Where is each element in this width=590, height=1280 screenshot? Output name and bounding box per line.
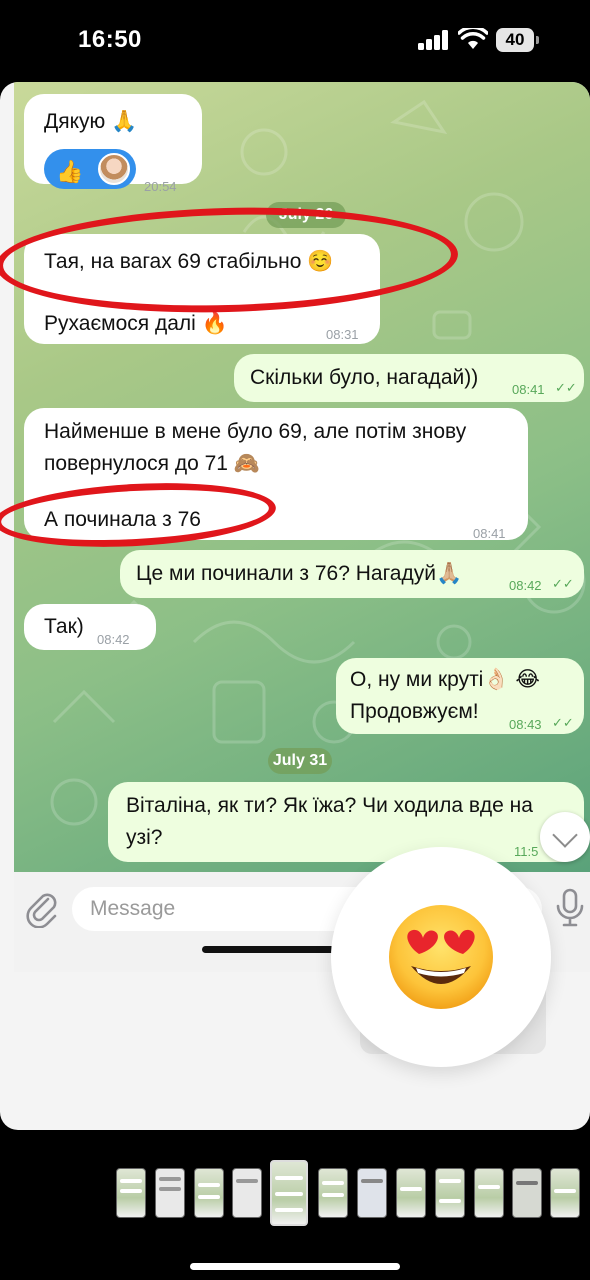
message-text: Найменше в мене було 69, але потім знову [44, 420, 467, 443]
message-bubble-incoming[interactable]: Дякую 🙏 👍 20:54 [24, 94, 202, 194]
status-time: 16:50 [78, 26, 142, 53]
message-time: 08:41 [512, 382, 545, 397]
chevron-down-icon[interactable] [540, 812, 590, 862]
screenshot-preview: Дякую 🙏 👍 20:54 July 26 Тая, на вагах 69… [0, 82, 590, 1130]
thumbnail-selected[interactable] [270, 1160, 308, 1226]
message-time: 08:31 [326, 327, 359, 342]
thumbnail[interactable] [232, 1168, 262, 1218]
thumbnail[interactable] [357, 1168, 387, 1218]
thumbnail[interactable] [396, 1168, 426, 1218]
message-time: 08:42 [509, 578, 542, 593]
thumbnail[interactable] [435, 1168, 465, 1218]
thumbs-up-icon: 👍 [56, 159, 84, 184]
message-bubble-outgoing[interactable]: Це ми починали з 76? Нагадуй🙏🏼 08:42 ✓✓ [120, 550, 584, 598]
wifi-icon [458, 28, 488, 49]
read-receipt-icon: ✓✓ [555, 380, 577, 395]
message-time: 08:43 [509, 717, 542, 732]
message-bubble-outgoing[interactable]: Віталіна, як ти? Як їжа? Чи ходила вде н… [108, 782, 584, 862]
battery-icon: 40 [496, 28, 539, 52]
attach-icon[interactable] [24, 890, 60, 928]
home-indicator [190, 1263, 400, 1270]
heart-eyes-emoji-icon [389, 905, 493, 1009]
reaction-sticker[interactable] [331, 847, 551, 1067]
thumbnail[interactable] [474, 1168, 504, 1218]
thumbnail[interactable] [550, 1168, 580, 1218]
message-text: Це ми починали з 76? Нагадуй🙏🏼 [136, 562, 463, 585]
message-bubble-incoming[interactable]: Так) 08:42 [24, 604, 156, 650]
message-bubble-outgoing[interactable]: О, ну ми круті👌🏻 😂 Продовжуєм! 08:43 ✓✓ [336, 658, 584, 734]
message-text: Продовжуєм! [350, 700, 479, 723]
message-time: 11:5 [514, 844, 539, 859]
message-text: повернулося до 71 🙈 [44, 452, 260, 475]
read-receipt-icon: ✓✓ [552, 576, 574, 591]
message-text: О, ну ми круті👌🏻 😂 [350, 668, 540, 691]
date-separator: July 31 [268, 748, 332, 774]
status-bar: 16:50 40 [0, 0, 590, 80]
thumbnail[interactable] [512, 1168, 542, 1218]
message-text: узі? [126, 826, 163, 849]
read-receipt-icon: ✓✓ [552, 715, 574, 730]
message-bubble-outgoing[interactable]: Скільки було, нагадай)) 08:41 ✓✓ [234, 354, 584, 402]
message-text: Дякую 🙏 [44, 110, 138, 133]
message-time: 20:54 [144, 179, 177, 194]
message-time: 08:42 [97, 632, 130, 647]
thumbnail[interactable] [116, 1168, 146, 1218]
message-text: Скільки було, нагадай)) [250, 366, 479, 389]
message-time: 08:41 [473, 526, 506, 541]
thumbnail[interactable] [194, 1168, 224, 1218]
microphone-icon[interactable] [554, 888, 586, 928]
reaction-pill[interactable]: 👍 [44, 149, 136, 189]
avatar [98, 153, 130, 185]
photo-thumbnail-strip [0, 1150, 590, 1280]
thumbnail[interactable] [318, 1168, 348, 1218]
thumbnail[interactable] [155, 1168, 185, 1218]
message-text: Віталіна, як ти? Як їжа? Чи ходила вде н… [126, 794, 533, 817]
signal-icon [418, 30, 450, 50]
message-text: Рухаємося далі 🔥 [44, 312, 228, 335]
message-text: Так) [44, 615, 84, 638]
